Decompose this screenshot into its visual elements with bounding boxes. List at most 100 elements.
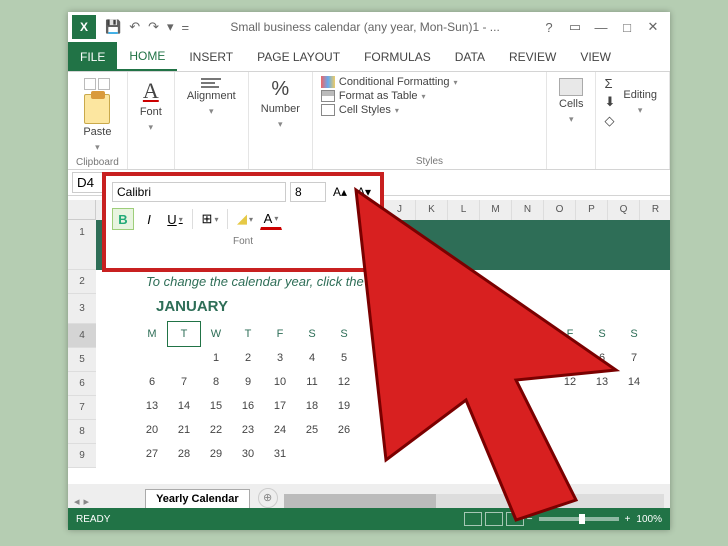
row-header[interactable]: 1 [68,220,96,270]
row-header[interactable]: 4 [68,324,96,348]
calendar-day[interactable]: 12 [328,370,360,394]
ribbon-display-icon[interactable]: ▭ [564,17,586,37]
calendar-day[interactable]: 21 [168,418,200,442]
font-family-select[interactable] [112,182,286,202]
calendar-day[interactable]: 11 [296,370,328,394]
font-dropdown-icon[interactable]: ▾ [149,122,154,133]
calendar-day[interactable]: 24 [264,418,296,442]
day-header-selected[interactable]: T [168,322,200,346]
qat-customize-icon[interactable]: ▾ [164,17,177,37]
calendar-day[interactable]: 14 [168,394,200,418]
calendar-day[interactable] [168,346,200,370]
undo-icon[interactable]: ↶ [126,17,143,37]
calendar-day[interactable]: 27 [136,442,168,466]
calendar-day[interactable]: 16 [232,394,264,418]
calendar-day[interactable]: 7 [168,370,200,394]
horizontal-scrollbar[interactable] [284,494,664,508]
maximize-button[interactable]: □ [616,17,638,37]
calendar-day[interactable]: 25 [296,418,328,442]
col-header[interactable]: O [544,200,576,220]
calendar-day[interactable]: 19 [328,394,360,418]
col-header[interactable]: R [640,200,670,220]
row-header[interactable]: 7 [68,396,96,420]
col-header[interactable]: M [480,200,512,220]
scrollbar-thumb[interactable] [284,494,436,508]
calendar-day[interactable]: 6 [136,370,168,394]
col-header[interactable]: J [384,200,416,220]
clear-icon[interactable]: ◇ [604,113,615,129]
calendar-day[interactable]: 2 [232,346,264,370]
editing-dropdown-icon[interactable]: ▾ [638,105,643,116]
add-sheet-button[interactable]: ⊕ [258,488,278,508]
sheet-tab-active[interactable]: Yearly Calendar [145,489,250,508]
tab-view[interactable]: VIEW [568,42,623,71]
calendar-day[interactable]: 14 [618,370,650,394]
select-all-button[interactable] [68,200,96,220]
cells-button[interactable]: Cells ▾ [555,76,587,127]
fill-icon[interactable]: ⬇ [604,94,615,110]
calendar-day[interactable]: 4 [296,346,328,370]
number-button[interactable]: % Number ▾ [257,76,304,132]
view-page-layout-icon[interactable] [485,512,503,526]
tab-file[interactable]: FILE [68,42,117,71]
calendar-day[interactable]: 9 [232,370,264,394]
fill-color-button[interactable]: ◢ [234,208,256,230]
sheet-nav-next-icon[interactable]: ▸ [84,495,90,508]
calendar-day[interactable]: 7 [618,346,650,370]
view-normal-icon[interactable] [464,512,482,526]
paste-button[interactable]: Paste ▾ [76,76,119,155]
decrease-font-icon[interactable]: A▾ [354,185,374,199]
calendar-day[interactable]: 29 [200,442,232,466]
format-as-table-button[interactable]: Format as Table▾ [321,90,538,102]
conditional-formatting-button[interactable]: Conditional Formatting▾ [321,76,538,88]
border-button[interactable]: ⊞ [199,208,221,230]
calendar-day[interactable]: 5 [554,346,586,370]
calendar-day[interactable]: 13 [586,370,618,394]
col-header[interactable]: K [416,200,448,220]
calendar-day[interactable]: 15 [200,394,232,418]
alignment-button[interactable]: Alignment ▾ [183,76,240,119]
col-header[interactable]: L [448,200,480,220]
calendar-day[interactable]: 10 [264,370,296,394]
tab-review[interactable]: REVIEW [497,42,568,71]
italic-button[interactable]: I [138,208,160,230]
tab-page-layout[interactable]: PAGE LAYOUT [245,42,352,71]
font-size-select[interactable] [290,182,326,202]
row-header[interactable]: 2 [68,270,96,294]
tab-home[interactable]: HOME [117,42,177,71]
zoom-in-button[interactable]: + [625,514,631,525]
alignment-dropdown-icon[interactable]: ▾ [209,106,214,117]
help-icon[interactable]: ? [538,17,560,37]
autosum-icon[interactable]: Σ [604,76,615,91]
increase-font-icon[interactable]: A▴ [330,185,350,199]
cell-styles-button[interactable]: Cell Styles▾ [321,104,538,116]
underline-button[interactable]: U [164,208,186,230]
minimize-button[interactable]: — [590,17,612,37]
row-header[interactable]: 8 [68,420,96,444]
calendar-day[interactable] [296,442,328,466]
calendar-day[interactable]: 13 [136,394,168,418]
zoom-level[interactable]: 100% [636,514,662,525]
col-header[interactable]: N [512,200,544,220]
tab-formulas[interactable]: FORMULAS [352,42,443,71]
row-header[interactable]: 9 [68,444,96,468]
paste-dropdown-icon[interactable]: ▾ [95,142,100,153]
number-dropdown-icon[interactable]: ▾ [278,119,283,130]
bold-button[interactable]: B [112,208,134,230]
tab-insert[interactable]: INSERT [177,42,245,71]
calendar-day[interactable] [136,346,168,370]
font-color-button[interactable]: A [260,208,282,230]
col-header[interactable]: Q [608,200,640,220]
calendar-day[interactable]: 23 [232,418,264,442]
close-button[interactable]: ✕ [642,17,664,37]
sheet-nav-prev-icon[interactable]: ◂ [74,495,80,508]
col-header[interactable]: P [576,200,608,220]
editing-button[interactable]: Editing ▾ [619,76,661,129]
cells-dropdown-icon[interactable]: ▾ [569,114,574,125]
tab-data[interactable]: DATA [443,42,497,71]
row-header[interactable]: 3 [68,294,96,324]
calendar-day[interactable]: 12 [554,370,586,394]
save-icon[interactable]: 💾 [102,17,124,37]
calendar-day[interactable]: 5 [328,346,360,370]
calendar-day[interactable]: 3 [264,346,296,370]
